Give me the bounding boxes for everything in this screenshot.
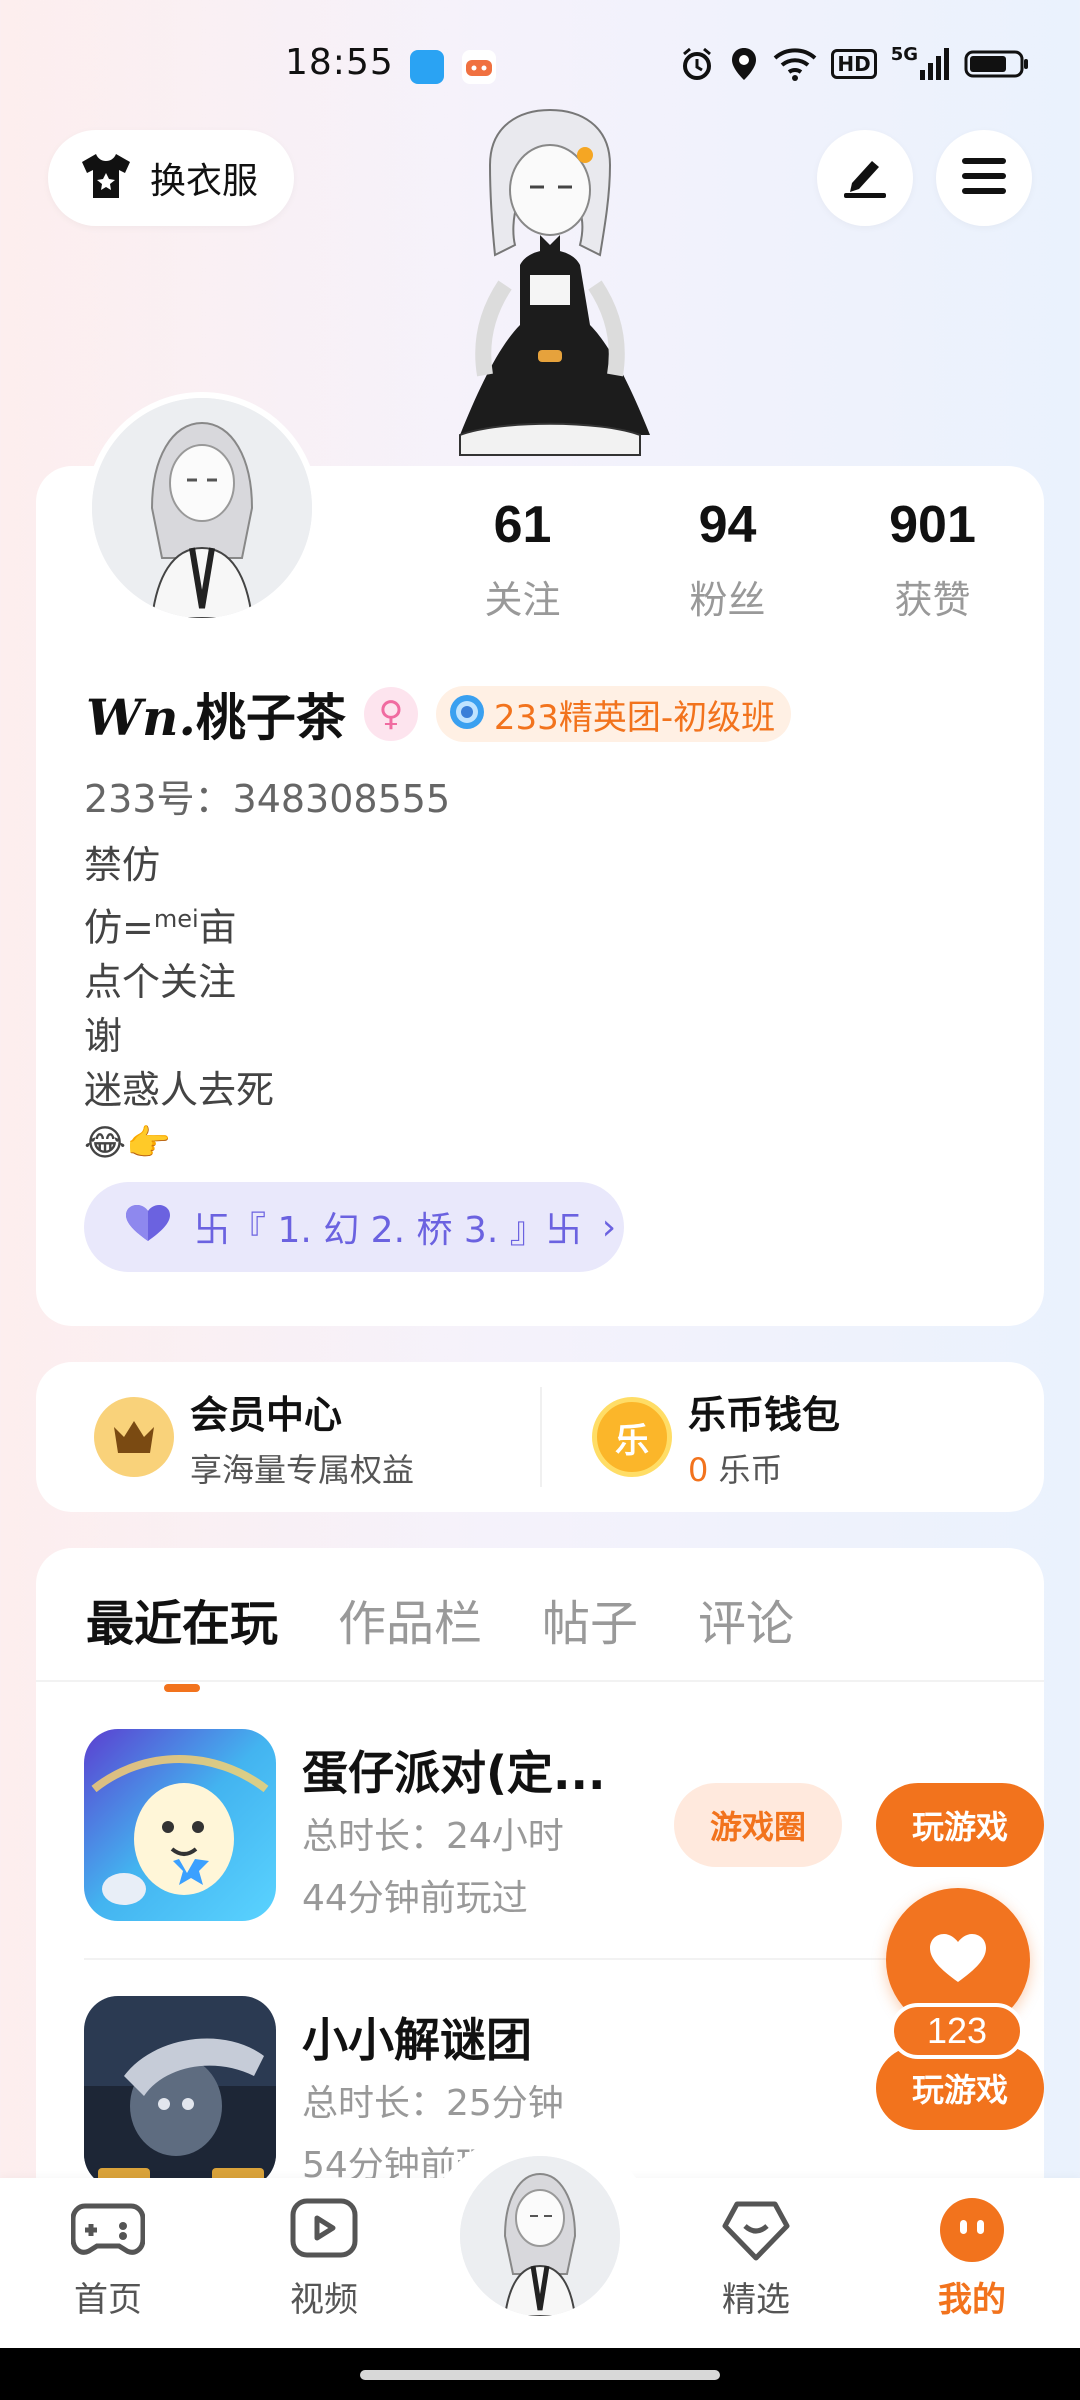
profile-stats: 61 关注 94 粉丝 901 获赞 (420, 495, 1040, 624)
followers-count: 94 (698, 496, 757, 554)
following-stat[interactable]: 61 关注 (420, 495, 625, 624)
tab-comments[interactable]: 评论 (698, 1584, 794, 1654)
username: Wn.桃子茶 (86, 678, 346, 750)
gamepad-icon (71, 2198, 145, 2262)
following-label: 关注 (484, 578, 561, 622)
game-icon-puzzle-team[interactable] (84, 1996, 276, 2188)
wallet-amount: 0 (688, 1450, 709, 1489)
menu-icon (960, 156, 1008, 200)
status-time: 18:55 (285, 42, 394, 83)
followers-label: 粉丝 (689, 578, 766, 622)
edit-profile-button[interactable] (817, 130, 913, 226)
tabs-divider (36, 1680, 1044, 1682)
game-last-played: 44分钟前玩过 (302, 1878, 528, 1919)
bio-line: 迷惑人去死 (84, 1067, 275, 1112)
avatar[interactable] (86, 392, 318, 624)
nav-home[interactable]: 首页 (38, 2198, 178, 2321)
name-row: Wn.桃子茶 ♀ 233精英团-初级班 (86, 678, 792, 750)
nav-featured[interactable]: 精选 (686, 2198, 826, 2321)
status-icons: HD 5G (679, 44, 1030, 84)
rank-medal-icon (448, 693, 486, 735)
bio-emoji: 😂👉 (84, 1122, 171, 1164)
alarm-icon (679, 44, 715, 84)
member-center-title: 会员中心 (190, 1392, 343, 1437)
wallet-title: 乐币钱包 (688, 1392, 841, 1437)
heart-icon (928, 1932, 988, 1988)
tplink-app-icon (410, 50, 444, 84)
list-item[interactable]: 蛋仔派对(定... 总时长：24小时 44分钟前玩过 游戏圈 玩游戏 (84, 1729, 1044, 1925)
avatar-character-figure[interactable] (420, 105, 680, 465)
member-center-subtitle: 享海量专属权益 (190, 1450, 415, 1489)
signal-5g-icon: 5G (891, 44, 950, 84)
bio-line: 谢 (84, 1013, 123, 1058)
crown-icon (94, 1397, 174, 1477)
nav-video[interactable]: 视频 (254, 2198, 394, 2321)
list-divider (84, 1958, 996, 1960)
bio-line: 仿=mei亩 (84, 905, 237, 950)
female-icon: ♀ (363, 687, 418, 741)
heart-icon (124, 1203, 172, 1252)
nav-mine[interactable]: 我的 (902, 2198, 1042, 2321)
change-outfit-button[interactable]: 换衣服 (48, 130, 294, 226)
game-app-icon (462, 50, 496, 84)
home-indicator[interactable] (360, 2370, 720, 2380)
tab-posts[interactable]: 帖子 (542, 1584, 638, 1654)
user-id[interactable]: 233号：348308555 (84, 768, 450, 823)
video-icon (287, 2198, 361, 2262)
wallet-balance: 0 乐币 (688, 1445, 840, 1491)
likes-count: 901 (889, 496, 976, 554)
hd-icon: HD (831, 44, 877, 84)
username-prefix: Wn. (86, 688, 196, 747)
nav-video-label: 视频 (290, 2280, 358, 2320)
nav-featured-label: 精选 (722, 2280, 790, 2320)
wallet-button[interactable]: 乐 乐币钱包 0 乐币 (540, 1387, 1044, 1489)
tab-recent-played[interactable]: 最近在玩 (86, 1584, 278, 1654)
following-count: 61 (493, 496, 552, 554)
coin-icon: 乐 (592, 1397, 672, 1477)
game-circle-button[interactable]: 游戏圈 (674, 1783, 842, 1867)
play-game-button[interactable]: 玩游戏 (876, 1783, 1044, 1867)
wallet-unit: 乐币 (718, 1450, 783, 1489)
game-icon-eggy-party[interactable] (84, 1729, 276, 1921)
nav-center-avatar[interactable] (456, 2152, 624, 2320)
tab-works[interactable]: 作品栏 (338, 1584, 482, 1654)
likes-label: 获赞 (894, 578, 971, 622)
relationship-tag-text: 卐『 1. 幻 2. 桥 3. 』卐 (194, 1210, 582, 1251)
shirt-icon (78, 151, 134, 205)
profile-tabs: 最近在玩 作品栏 帖子 评论 (86, 1584, 794, 1654)
heart-diamond-icon (719, 2198, 793, 2262)
rank-text: 233精英团-初级班 (493, 697, 776, 738)
bio-line: 点个关注 (84, 959, 237, 1004)
game-title: 小小解谜团 (302, 2013, 532, 2067)
location-icon (729, 44, 759, 84)
battery-icon (964, 44, 1030, 84)
game-title: 蛋仔派对(定... (302, 1746, 602, 1800)
change-outfit-label: 换衣服 (150, 161, 259, 202)
nav-home-label: 首页 (74, 2280, 142, 2320)
chevron-right-icon: › (601, 1206, 617, 1248)
like-count-badge: 123 (890, 2003, 1024, 2059)
username-text: 桃子茶 (195, 689, 346, 747)
pen-icon (840, 153, 890, 203)
menu-button[interactable] (936, 130, 1032, 226)
game-duration: 总时长：24小时 (302, 1816, 564, 1857)
game-duration: 总时长：25分钟 (302, 2083, 564, 2124)
bio-line: 禁仿 (84, 843, 161, 887)
rank-badge[interactable]: 233精英团-初级班 (435, 686, 792, 742)
nav-mine-label: 我的 (938, 2280, 1006, 2320)
wifi-icon (773, 44, 817, 84)
member-wallet-card: 会员中心 享海量专属权益 乐 乐币钱包 0 乐币 (36, 1362, 1044, 1512)
relationship-tag-button[interactable]: 卐『 1. 幻 2. 桥 3. 』卐 › (84, 1182, 624, 1272)
smile-face-icon (935, 2198, 1009, 2262)
followers-stat[interactable]: 94 粉丝 (625, 495, 830, 624)
bio: 禁仿 仿=mei亩 点个关注 谢 迷惑人去死 😂👉 (84, 838, 274, 1171)
member-center-button[interactable]: 会员中心 享海量专属权益 (36, 1384, 540, 1491)
likes-stat[interactable]: 901 获赞 (830, 495, 1035, 624)
